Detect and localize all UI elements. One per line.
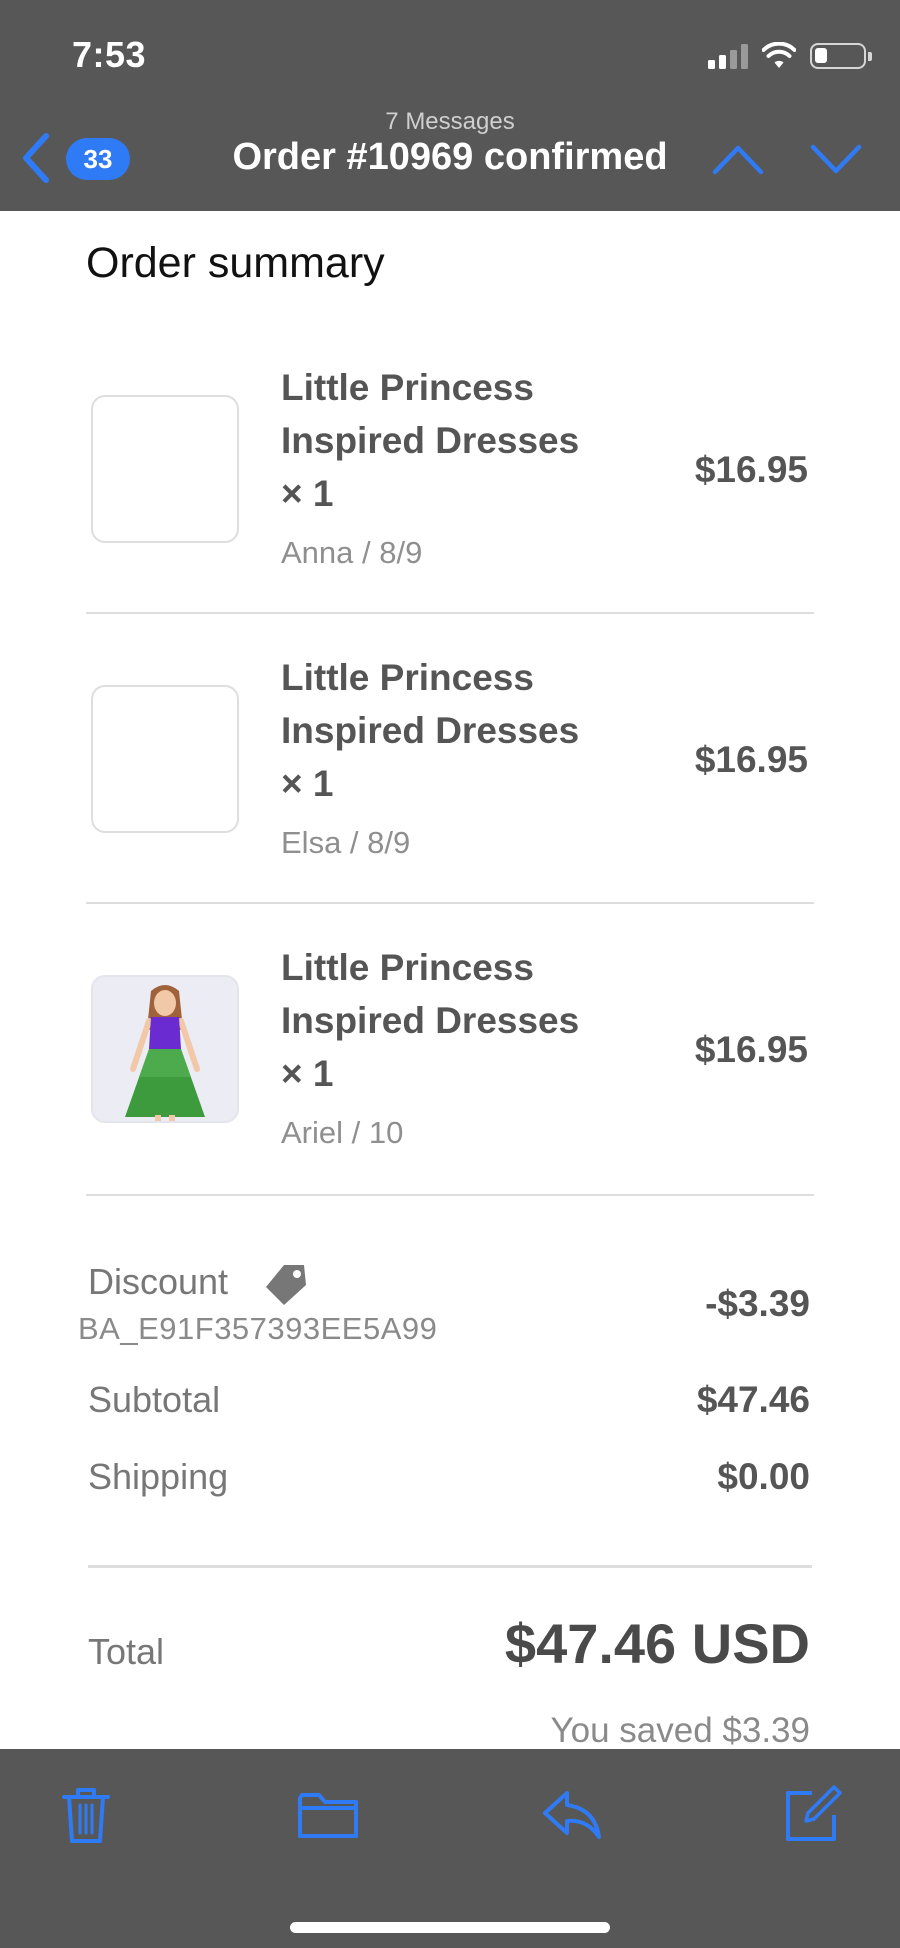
- product-name: Little Princess Inspired Dresses × 1: [281, 367, 580, 514]
- cellular-signal-icon: [708, 43, 748, 69]
- status-icons: [708, 38, 872, 74]
- product-price: $16.95: [694, 449, 808, 490]
- previous-message-chevron-up-icon[interactable]: [712, 142, 764, 176]
- product-price: $16.95: [694, 1029, 808, 1070]
- status-time: 7:53: [72, 34, 147, 75]
- home-indicator[interactable]: [290, 1922, 610, 1933]
- subtotal-label: Subtotal: [88, 1379, 221, 1420]
- battery-icon: [810, 43, 872, 69]
- subtotal-value: $47.46: [696, 1379, 810, 1420]
- product-image-placeholder: [91, 685, 239, 833]
- shipping-label: Shipping: [88, 1456, 229, 1497]
- email-body[interactable]: Order summary Little Princess Inspired D…: [0, 211, 900, 1749]
- compose-icon: [786, 1785, 842, 1841]
- bottom-toolbar: [0, 1749, 900, 1948]
- divider: [86, 612, 814, 614]
- move-to-folder-button[interactable]: [296, 1783, 360, 1847]
- savings-text: You saved $3.39: [550, 1711, 811, 1749]
- trash-icon: [62, 1788, 110, 1843]
- order-line-item: Little Princess Inspired Dresses × 1 Ann…: [86, 361, 814, 651]
- trash-button[interactable]: [54, 1783, 118, 1847]
- reply-button[interactable]: [540, 1783, 604, 1847]
- folder-icon: [298, 1793, 358, 1838]
- girl-in-dress-photo-icon: [93, 977, 237, 1121]
- product-image-placeholder: [91, 395, 239, 543]
- product-price: $16.95: [694, 739, 808, 780]
- next-message-chevron-down-icon[interactable]: [810, 142, 862, 176]
- product-variant: Elsa / 8/9: [281, 825, 411, 860]
- product-image-ariel-dress: [91, 975, 239, 1123]
- discount-value: -$3.39: [705, 1283, 810, 1324]
- top-bar: 7:53 33 7 Messages Order #10969 confirme…: [0, 0, 900, 211]
- tag-icon: [266, 1265, 306, 1305]
- reply-icon: [543, 1791, 601, 1839]
- divider: [86, 902, 814, 904]
- shipping-value: $0.00: [717, 1456, 810, 1497]
- product-name: Little Princess Inspired Dresses × 1: [281, 657, 580, 804]
- product-variant: Ariel / 10: [281, 1115, 404, 1150]
- message-count: 7 Messages: [385, 108, 515, 135]
- divider: [86, 1194, 814, 1196]
- discount-label: Discount: [88, 1261, 229, 1302]
- discount-code: BA_E91F357393EE5A99: [78, 1311, 438, 1346]
- order-line-item: Little Princess Inspired Dresses × 1 Els…: [86, 651, 814, 941]
- compose-button[interactable]: [780, 1783, 844, 1847]
- total-label: Total: [88, 1631, 165, 1672]
- product-variant: Anna / 8/9: [281, 535, 423, 570]
- order-summary-heading: Order summary: [86, 239, 385, 287]
- product-name: Little Princess Inspired Dresses × 1: [281, 947, 580, 1094]
- email-subject-title: Order #10969 confirmed: [232, 136, 668, 178]
- total-value: $47.46 USD: [504, 1612, 810, 1675]
- divider: [88, 1565, 812, 1568]
- wifi-icon: [762, 42, 796, 68]
- order-line-item: Little Princess Inspired Dresses × 1 Ari…: [86, 941, 814, 1231]
